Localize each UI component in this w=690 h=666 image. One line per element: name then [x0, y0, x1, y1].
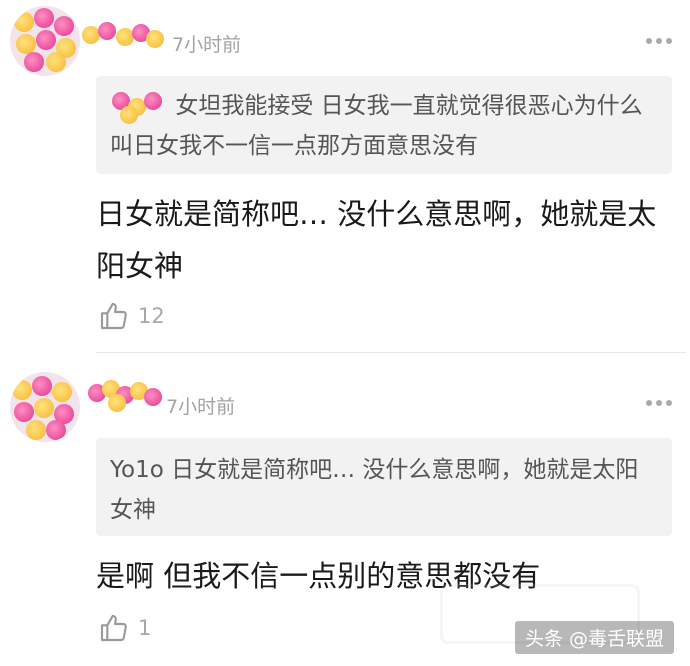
avatar[interactable] — [10, 372, 80, 442]
like-button[interactable]: 1 — [98, 612, 151, 644]
quoted-reply[interactable]: Yo1o 日女就是简称吧… 没什么意思啊，她就是太阳女神 — [96, 438, 672, 536]
avatar[interactable] — [10, 6, 80, 76]
quoted-reply[interactable]: 女坦我能接受 日女我一直就觉得很恶心为什么叫日女我不一信一点那方面意思没有 — [96, 76, 672, 174]
more-icon[interactable] — [646, 400, 672, 406]
like-count: 12 — [138, 304, 165, 328]
quote-text: 女坦我能接受 日女我一直就觉得很恶心为什么叫日女我不一信一点那方面意思没有 — [110, 93, 643, 159]
watermark: 头条 @毒舌联盟 — [514, 621, 674, 654]
quote-text: Yo1o 日女就是简称吧… 没什么意思啊，她就是太阳女神 — [110, 457, 639, 523]
comment-time: 7小时前 — [172, 34, 242, 56]
thumbs-up-icon — [100, 302, 127, 330]
username-sticker[interactable] — [82, 20, 164, 50]
more-icon[interactable] — [646, 38, 672, 44]
divider — [96, 352, 686, 353]
comment-time: 7小时前 — [166, 396, 236, 418]
username-sticker[interactable] — [88, 380, 168, 412]
comment-body: 日女就是简称吧… 没什么意思啊，她就是太阳女神 — [96, 197, 657, 283]
like-button[interactable]: 12 — [98, 300, 165, 332]
comment-item: 7小时前 女坦我能接受 日女我一直就觉得很恶心为什么叫日女我不一信一点那方面意思… — [0, 0, 690, 353]
thumbs-up-icon — [100, 614, 127, 642]
emoji-sticker — [110, 91, 168, 124]
like-count: 1 — [138, 616, 152, 640]
